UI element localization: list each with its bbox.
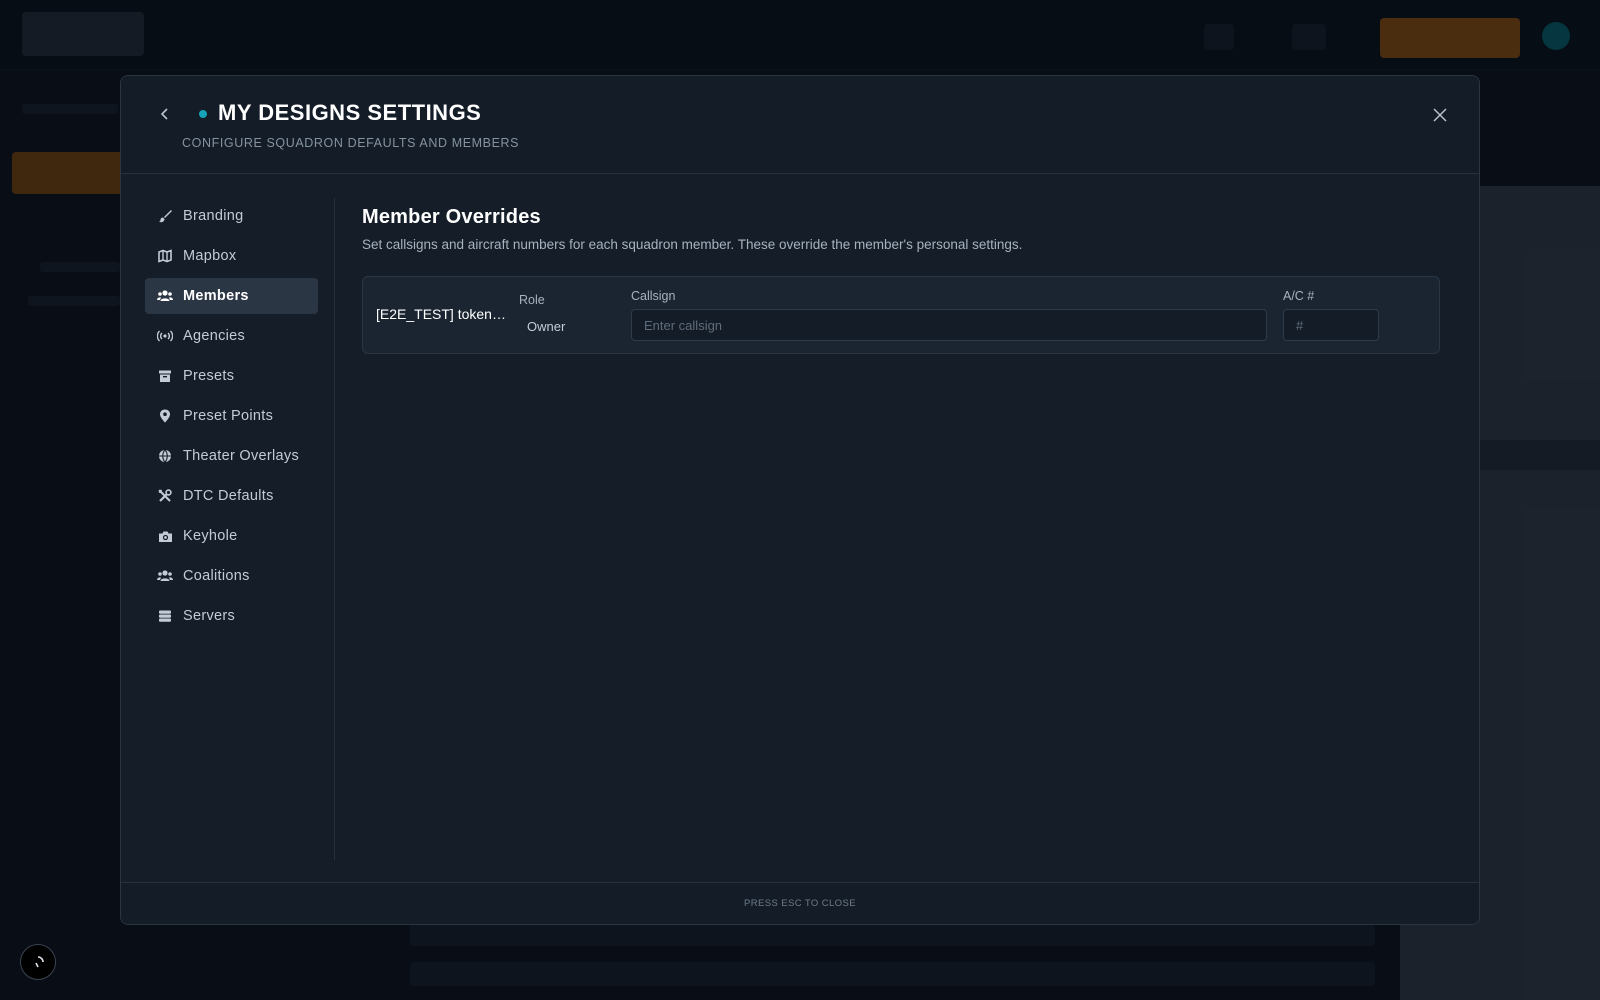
callsign-label: Callsign: [631, 289, 676, 303]
sidebar-item-label: Theater Overlays: [183, 448, 300, 464]
section-title: Member Overrides: [362, 206, 541, 228]
sidebar-item-label: Mapbox: [183, 248, 237, 264]
users-icon: [157, 288, 173, 304]
settings-content: Member Overrides Set callsigns and aircr…: [362, 206, 1442, 354]
sidebar-item-presets[interactable]: Presets: [145, 358, 318, 394]
sidebar-item-label: Keyhole: [183, 528, 238, 544]
sidebar-item-agencies[interactable]: Agencies: [145, 318, 318, 354]
member-override-row: [E2E_TEST] token-test… Role Owner Callsi…: [362, 276, 1440, 354]
archive-icon: [157, 368, 173, 384]
sidebar-item-coalitions[interactable]: Coalitions: [145, 558, 318, 594]
sidebar-item-keyhole[interactable]: Keyhole: [145, 518, 318, 554]
section-description: Set callsigns and aircraft numbers for e…: [362, 237, 1023, 252]
globe-icon: [157, 448, 173, 464]
sidebar-item-label: DTC Defaults: [183, 488, 274, 504]
tools-icon: [157, 488, 173, 504]
sidebar-item-label: Agencies: [183, 328, 246, 344]
modal-subtitle: CONFIGURE SQUADRON DEFAULTS AND MEMBERS: [182, 136, 520, 150]
close-button[interactable]: [1427, 102, 1453, 128]
callsign-input[interactable]: [631, 309, 1267, 341]
broadcast-icon: [157, 328, 173, 344]
role-value: Owner: [527, 319, 566, 334]
sidebar-item-theater-overlays[interactable]: Theater Overlays: [145, 438, 318, 474]
sidebar-item-mapbox[interactable]: Mapbox: [145, 238, 318, 274]
sidebar-item-label: Branding: [183, 208, 244, 224]
close-icon: [1433, 108, 1447, 122]
loading-indicator-button[interactable]: [20, 944, 56, 980]
aircraft-number-input[interactable]: [1283, 309, 1379, 341]
sidebar-item-label: Presets: [183, 368, 235, 384]
back-button[interactable]: [153, 102, 177, 126]
map-pin-icon: [157, 408, 173, 424]
spinner-icon: [35, 956, 44, 968]
sidebar-item-label: Members: [183, 288, 249, 304]
role-label: Role: [519, 293, 545, 307]
footer-hint: PRESS ESC TO CLOSE: [744, 898, 856, 909]
sidebar-item-dtc-defaults[interactable]: DTC Defaults: [145, 478, 318, 514]
users-icon: [157, 568, 173, 584]
modal-footer: PRESS ESC TO CLOSE: [121, 882, 1479, 924]
sidebar-item-preset-points[interactable]: Preset Points: [145, 398, 318, 434]
modal-header: MY DESIGNS SETTINGS CONFIGURE SQUADRON D…: [121, 76, 1479, 174]
sidebar-item-members[interactable]: Members: [145, 278, 318, 314]
modal-title: MY DESIGNS SETTINGS: [218, 100, 482, 125]
member-name: [E2E_TEST] token-test…: [376, 306, 506, 322]
chevron-left-icon: [160, 108, 168, 120]
sidebar-item-label: Servers: [183, 608, 236, 624]
sidebar-item-servers[interactable]: Servers: [145, 598, 318, 634]
status-dot: [199, 110, 207, 118]
server-icon: [157, 608, 173, 624]
settings-modal: MY DESIGNS SETTINGS CONFIGURE SQUADRON D…: [120, 75, 1480, 925]
sidebar-item-label: Preset Points: [183, 408, 274, 424]
map-icon: [157, 248, 173, 264]
brush-icon: [157, 208, 173, 224]
camera-icon: [157, 528, 173, 544]
settings-sidebar: Branding Mapbox Members Agencies Presets…: [145, 198, 335, 860]
aircraft-number-label: A/C #: [1283, 289, 1315, 303]
sidebar-item-label: Coalitions: [183, 568, 250, 584]
sidebar-item-branding[interactable]: Branding: [145, 198, 318, 234]
